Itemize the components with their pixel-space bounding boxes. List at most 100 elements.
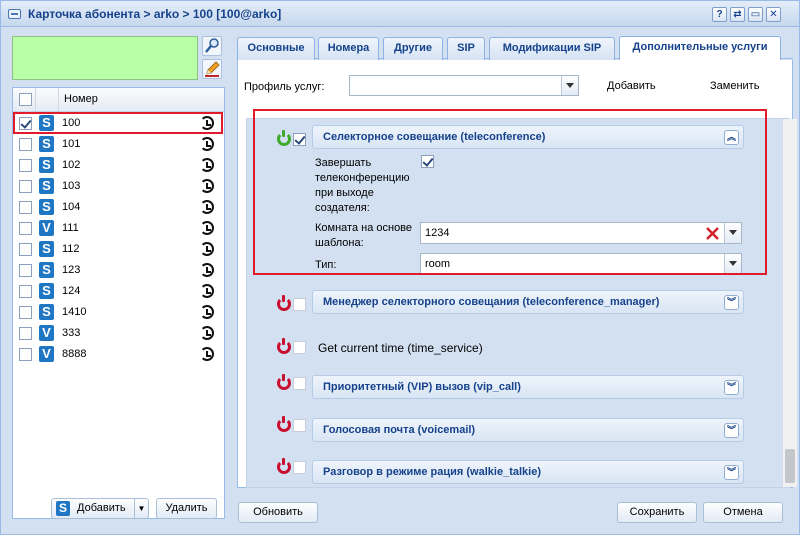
row-checkbox[interactable] <box>19 348 32 361</box>
refresh-window-button[interactable]: ⇄ <box>730 7 745 22</box>
tab-sip-modifications[interactable]: Модификации SIP <box>489 37 615 60</box>
delete-subscriber-button[interactable]: Удалить <box>156 498 217 519</box>
profile-add-button[interactable]: Добавить <box>607 80 656 92</box>
scrollbar-thumb[interactable] <box>785 449 795 483</box>
vip-enable-checkbox[interactable] <box>293 377 306 390</box>
table-row[interactable]: S 123 <box>13 260 224 281</box>
maximize-button[interactable]: ▭ <box>748 7 763 22</box>
table-row[interactable]: S 124 <box>13 281 224 302</box>
row-number: 8888 <box>62 348 87 360</box>
row-checkbox[interactable] <box>19 327 32 340</box>
expand-icon[interactable]: ︾ <box>724 380 739 395</box>
power-off-icon[interactable] <box>277 458 291 474</box>
walkie-enable-checkbox[interactable] <box>293 461 306 474</box>
cancel-button[interactable]: Отмена <box>703 502 783 523</box>
power-off-icon[interactable] <box>277 295 291 311</box>
expand-icon[interactable]: ︾ <box>724 465 739 480</box>
vertical-scrollbar[interactable] <box>782 119 797 487</box>
window-title: Карточка абонента > arko > 100 [100@arko… <box>28 7 282 21</box>
table-row[interactable]: S 102 <box>13 155 224 176</box>
row-checkbox[interactable] <box>19 243 32 256</box>
tab-numbers[interactable]: Номера <box>318 37 379 60</box>
table-row[interactable]: V 111 <box>13 218 224 239</box>
row-checkbox[interactable] <box>19 138 32 151</box>
edit-button[interactable] <box>202 59 222 79</box>
row-checkbox[interactable] <box>19 201 32 214</box>
search-button[interactable] <box>202 36 222 56</box>
voicemail-enable-checkbox[interactable] <box>293 419 306 432</box>
save-button[interactable]: Сохранить <box>617 502 697 523</box>
manager-header[interactable]: Менеджер селекторного совещания (telecon… <box>312 290 744 314</box>
s-icon: S <box>39 178 54 194</box>
voicemail-title: Голосовая почта (voicemail) <box>323 424 476 436</box>
close-button[interactable]: ✕ <box>766 7 781 22</box>
vip-title: Приоритетный (VIP) вызов (vip_call) <box>323 381 521 393</box>
manager-enable-checkbox[interactable] <box>293 298 306 311</box>
history-icon[interactable] <box>200 179 214 193</box>
s-icon: S <box>39 199 54 215</box>
history-icon[interactable] <box>200 347 214 361</box>
expand-icon[interactable]: ︾ <box>724 423 739 438</box>
row-number: 123 <box>62 264 81 276</box>
refresh-button[interactable]: Обновить <box>238 502 318 523</box>
history-icon[interactable] <box>200 221 214 235</box>
profile-replace-button[interactable]: Заменить <box>710 80 759 92</box>
table-row[interactable]: S 103 <box>13 176 224 197</box>
tab-sip[interactable]: SIP <box>447 37 485 60</box>
history-icon[interactable] <box>200 200 214 214</box>
table-row[interactable]: V 333 <box>13 323 224 344</box>
walkie-title: Разговор в режиме рация (walkie_talkie) <box>323 466 541 478</box>
history-icon[interactable] <box>200 158 214 172</box>
history-icon[interactable] <box>200 263 214 277</box>
row-checkbox[interactable] <box>19 285 32 298</box>
s-icon: S <box>39 157 54 173</box>
v-icon: V <box>39 346 54 362</box>
help-button[interactable]: ? <box>712 7 727 22</box>
table-row[interactable]: S 104 <box>13 197 224 218</box>
row-checkbox[interactable] <box>19 222 32 235</box>
s-icon: S <box>39 283 54 299</box>
add-label: Добавить <box>77 502 126 514</box>
tab-basic[interactable]: Основные <box>237 37 315 60</box>
walkie-header[interactable]: Разговор в режиме рация (walkie_talkie) … <box>312 460 744 484</box>
add-subscriber-button[interactable]: S Добавить ▼ <box>51 498 149 519</box>
status-box <box>12 36 198 80</box>
power-off-icon[interactable] <box>277 338 291 354</box>
power-off-icon[interactable] <box>277 374 291 390</box>
tab-other[interactable]: Другие <box>383 37 443 60</box>
v-icon: V <box>39 325 54 341</box>
table-row[interactable]: V 8888 <box>13 344 224 365</box>
v-icon: V <box>39 220 54 236</box>
history-icon[interactable] <box>200 137 214 151</box>
row-checkbox[interactable] <box>19 264 32 277</box>
chevron-down-icon[interactable] <box>561 76 578 95</box>
profile-select[interactable] <box>349 75 579 96</box>
pencil-icon <box>205 61 220 77</box>
power-off-icon[interactable] <box>277 416 291 432</box>
table-row[interactable]: S 101 <box>13 134 224 155</box>
history-icon[interactable] <box>200 284 214 298</box>
history-icon[interactable] <box>200 242 214 256</box>
row-checkbox[interactable] <box>19 159 32 172</box>
history-icon[interactable] <box>200 305 214 319</box>
add-dropdown-arrow[interactable]: ▼ <box>134 499 148 518</box>
tab-additional-services[interactable]: Дополнительные услуги <box>619 36 781 60</box>
row-number: 112 <box>62 243 80 255</box>
window-icon <box>8 9 21 19</box>
select-all-checkbox[interactable] <box>19 93 32 106</box>
row-checkbox[interactable] <box>19 306 32 319</box>
history-icon[interactable] <box>200 326 214 340</box>
table-row[interactable]: S 1410 <box>13 302 224 323</box>
column-number-header: Номер <box>64 93 98 105</box>
vip-header[interactable]: Приоритетный (VIP) вызов (vip_call) ︾ <box>312 375 744 399</box>
expand-icon[interactable]: ︾ <box>724 295 739 310</box>
row-checkbox[interactable] <box>19 180 32 193</box>
tab-strip: Основные Номера Другие SIP Модификации S… <box>237 35 793 60</box>
teleconference-highlight <box>253 109 767 275</box>
s-icon: S <box>56 501 70 516</box>
time-enable-checkbox[interactable] <box>293 341 306 354</box>
table-row[interactable]: S 112 <box>13 239 224 260</box>
voicemail-header[interactable]: Голосовая почта (voicemail) ︾ <box>312 418 744 442</box>
row-number: 1410 <box>62 306 87 318</box>
s-icon: S <box>39 262 54 278</box>
